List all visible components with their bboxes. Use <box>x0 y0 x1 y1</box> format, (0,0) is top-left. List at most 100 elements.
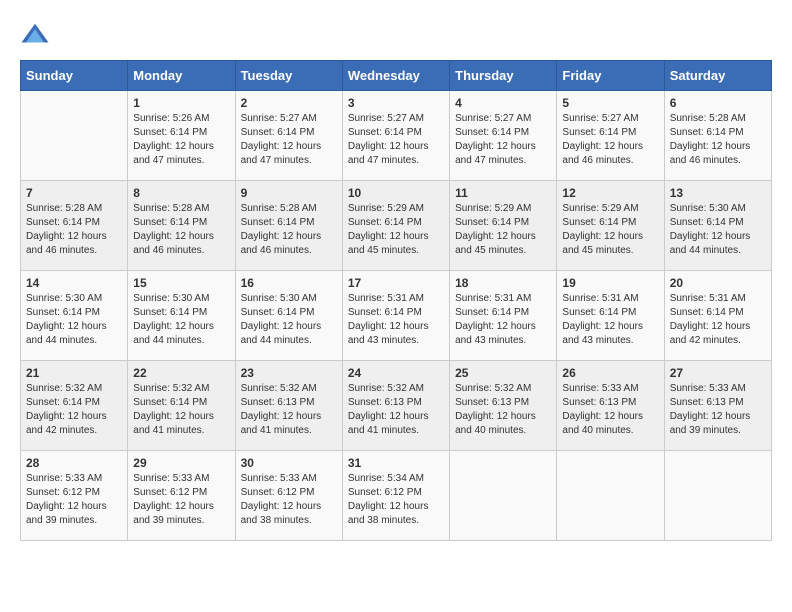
sunset-text: Sunset: 6:14 PM <box>241 306 337 320</box>
daylight-text: Daylight: 12 hours and 42 minutes. <box>670 320 766 348</box>
sunrise-text: Sunrise: 5:27 AM <box>348 112 444 126</box>
calendar-cell: 17Sunrise: 5:31 AMSunset: 6:14 PMDayligh… <box>342 271 449 361</box>
day-number: 14 <box>26 276 122 290</box>
day-info: Sunrise: 5:33 AMSunset: 6:12 PMDaylight:… <box>26 472 122 528</box>
day-info: Sunrise: 5:31 AMSunset: 6:14 PMDaylight:… <box>455 292 551 348</box>
calendar-cell: 3Sunrise: 5:27 AMSunset: 6:14 PMDaylight… <box>342 91 449 181</box>
sunrise-text: Sunrise: 5:33 AM <box>133 472 229 486</box>
day-info: Sunrise: 5:29 AMSunset: 6:14 PMDaylight:… <box>348 202 444 258</box>
day-info: Sunrise: 5:32 AMSunset: 6:14 PMDaylight:… <box>133 382 229 438</box>
day-number: 29 <box>133 456 229 470</box>
daylight-text: Daylight: 12 hours and 47 minutes. <box>241 140 337 168</box>
day-header-thursday: Thursday <box>450 61 557 91</box>
sunrise-text: Sunrise: 5:31 AM <box>670 292 766 306</box>
sunset-text: Sunset: 6:13 PM <box>562 396 658 410</box>
day-info: Sunrise: 5:33 AMSunset: 6:12 PMDaylight:… <box>133 472 229 528</box>
week-row-1: 1Sunrise: 5:26 AMSunset: 6:14 PMDaylight… <box>21 91 772 181</box>
day-number: 9 <box>241 186 337 200</box>
calendar-cell: 5 Sunrise: 5:27 AMSunset: 6:14 PMDaylight… <box>557 91 664 181</box>
calendar-cell: 6Sunrise: 5:28 AMSunset: 6:14 PMDaylight… <box>664 91 771 181</box>
day-number: 16 <box>241 276 337 290</box>
calendar-cell <box>450 451 557 541</box>
daylight-text: Daylight: 12 hours and 46 minutes. <box>26 230 122 258</box>
day-info: Sunrise: 5:32 AMSunset: 6:14 PMDaylight:… <box>26 382 122 438</box>
day-info: Sunrise: 5:32 AMSunset: 6:13 PMDaylight:… <box>348 382 444 438</box>
sunrise-text: Sunrise: 5:31 AM <box>455 292 551 306</box>
day-number: 26 <box>562 366 658 380</box>
daylight-text: Daylight: 12 hours and 44 minutes. <box>26 320 122 348</box>
day-number: 5 <box>562 96 658 110</box>
sunset-text: Sunset: 6:14 PM <box>562 216 658 230</box>
day-info: Sunrise: 5:27 AMSunset: 6:14 PMDaylight:… <box>241 112 337 168</box>
sunset-text: Sunset: 6:14 PM <box>26 396 122 410</box>
sunrise-text: Sunrise: 5:29 AM <box>348 202 444 216</box>
week-row-5: 28Sunrise: 5:33 AMSunset: 6:12 PMDayligh… <box>21 451 772 541</box>
sunrise-text: Sunrise: 5:33 AM <box>26 472 122 486</box>
day-info: Sunrise: 5:27 AMSunset: 6:14 PMDaylight:… <box>562 112 658 168</box>
day-number: 30 <box>241 456 337 470</box>
day-number: 13 <box>670 186 766 200</box>
sunrise-text: Sunrise: 5:30 AM <box>133 292 229 306</box>
daylight-text: Daylight: 12 hours and 44 minutes. <box>241 320 337 348</box>
day-number: 15 <box>133 276 229 290</box>
daylight-text: Daylight: 12 hours and 45 minutes. <box>348 230 444 258</box>
sunset-text: Sunset: 6:14 PM <box>670 306 766 320</box>
day-number: 28 <box>26 456 122 470</box>
calendar-cell: 7Sunrise: 5:28 AMSunset: 6:14 PMDaylight… <box>21 181 128 271</box>
calendar-table: SundayMondayTuesdayWednesdayThursdayFrid… <box>20 60 772 541</box>
daylight-text: Daylight: 12 hours and 40 minutes. <box>455 410 551 438</box>
day-number: 24 <box>348 366 444 380</box>
sunset-text: Sunset: 6:14 PM <box>348 306 444 320</box>
daylight-text: Daylight: 12 hours and 39 minutes. <box>26 500 122 528</box>
daylight-text: Daylight: 12 hours and 39 minutes. <box>133 500 229 528</box>
sunrise-text: Sunrise: 5:30 AM <box>670 202 766 216</box>
calendar-cell: 4Sunrise: 5:27 AMSunset: 6:14 PMDaylight… <box>450 91 557 181</box>
day-number: 12 <box>562 186 658 200</box>
sunrise-text: Sunrise: 5:32 AM <box>133 382 229 396</box>
day-number: 21 <box>26 366 122 380</box>
sunset-text: Sunset: 6:14 PM <box>133 216 229 230</box>
calendar-cell: 25Sunrise: 5:32 AMSunset: 6:13 PMDayligh… <box>450 361 557 451</box>
sunrise-text: Sunrise: 5:32 AM <box>348 382 444 396</box>
sunset-text: Sunset: 6:14 PM <box>670 216 766 230</box>
sunrise-text: Sunrise: 5:28 AM <box>670 112 766 126</box>
daylight-text: Daylight: 12 hours and 46 minutes. <box>562 140 658 168</box>
sunrise-text: Sunrise: 5:29 AM <box>455 202 551 216</box>
calendar-cell <box>664 451 771 541</box>
sunset-text: Sunset: 6:12 PM <box>241 486 337 500</box>
sunset-text: Sunset: 6:14 PM <box>348 126 444 140</box>
sunrise-text: Sunrise: 5:26 AM <box>133 112 229 126</box>
sunrise-text: Sunrise: 5:33 AM <box>670 382 766 396</box>
calendar-cell: 12 Sunrise: 5:29 AMSunset: 6:14 PMDayligh… <box>557 181 664 271</box>
logo-icon <box>20 20 50 50</box>
week-row-4: 21Sunrise: 5:32 AMSunset: 6:14 PMDayligh… <box>21 361 772 451</box>
daylight-text: Daylight: 12 hours and 44 minutes. <box>670 230 766 258</box>
sunrise-text: Sunrise: 5:27 AM <box>562 112 658 126</box>
sunset-text: Sunset: 6:13 PM <box>241 396 337 410</box>
daylight-text: Daylight: 12 hours and 47 minutes. <box>455 140 551 168</box>
week-row-3: 14Sunrise: 5:30 AMSunset: 6:14 PMDayligh… <box>21 271 772 361</box>
sunset-text: Sunset: 6:14 PM <box>133 126 229 140</box>
calendar-cell: 31Sunrise: 5:34 AMSunset: 6:12 PMDayligh… <box>342 451 449 541</box>
day-info: Sunrise: 5:32 AMSunset: 6:13 PMDaylight:… <box>241 382 337 438</box>
sunrise-text: Sunrise: 5:28 AM <box>241 202 337 216</box>
day-info: Sunrise: 5:33 AMSunset: 6:13 PMDaylight:… <box>670 382 766 438</box>
daylight-text: Daylight: 12 hours and 41 minutes. <box>348 410 444 438</box>
day-number: 6 <box>670 96 766 110</box>
daylight-text: Daylight: 12 hours and 41 minutes. <box>133 410 229 438</box>
day-info: Sunrise: 5:30 AMSunset: 6:14 PMDaylight:… <box>133 292 229 348</box>
sunrise-text: Sunrise: 5:32 AM <box>241 382 337 396</box>
sunset-text: Sunset: 6:14 PM <box>562 306 658 320</box>
sunset-text: Sunset: 6:14 PM <box>133 306 229 320</box>
daylight-text: Daylight: 12 hours and 39 minutes. <box>670 410 766 438</box>
day-number: 11 <box>455 186 551 200</box>
sunset-text: Sunset: 6:14 PM <box>348 216 444 230</box>
day-number: 31 <box>348 456 444 470</box>
calendar-cell <box>21 91 128 181</box>
day-number: 25 <box>455 366 551 380</box>
day-number: 2 <box>241 96 337 110</box>
calendar-cell: 16Sunrise: 5:30 AMSunset: 6:14 PMDayligh… <box>235 271 342 361</box>
calendar-cell: 23Sunrise: 5:32 AMSunset: 6:13 PMDayligh… <box>235 361 342 451</box>
day-info: Sunrise: 5:29 AMSunset: 6:14 PMDaylight:… <box>562 202 658 258</box>
header-row: SundayMondayTuesdayWednesdayThursdayFrid… <box>21 61 772 91</box>
